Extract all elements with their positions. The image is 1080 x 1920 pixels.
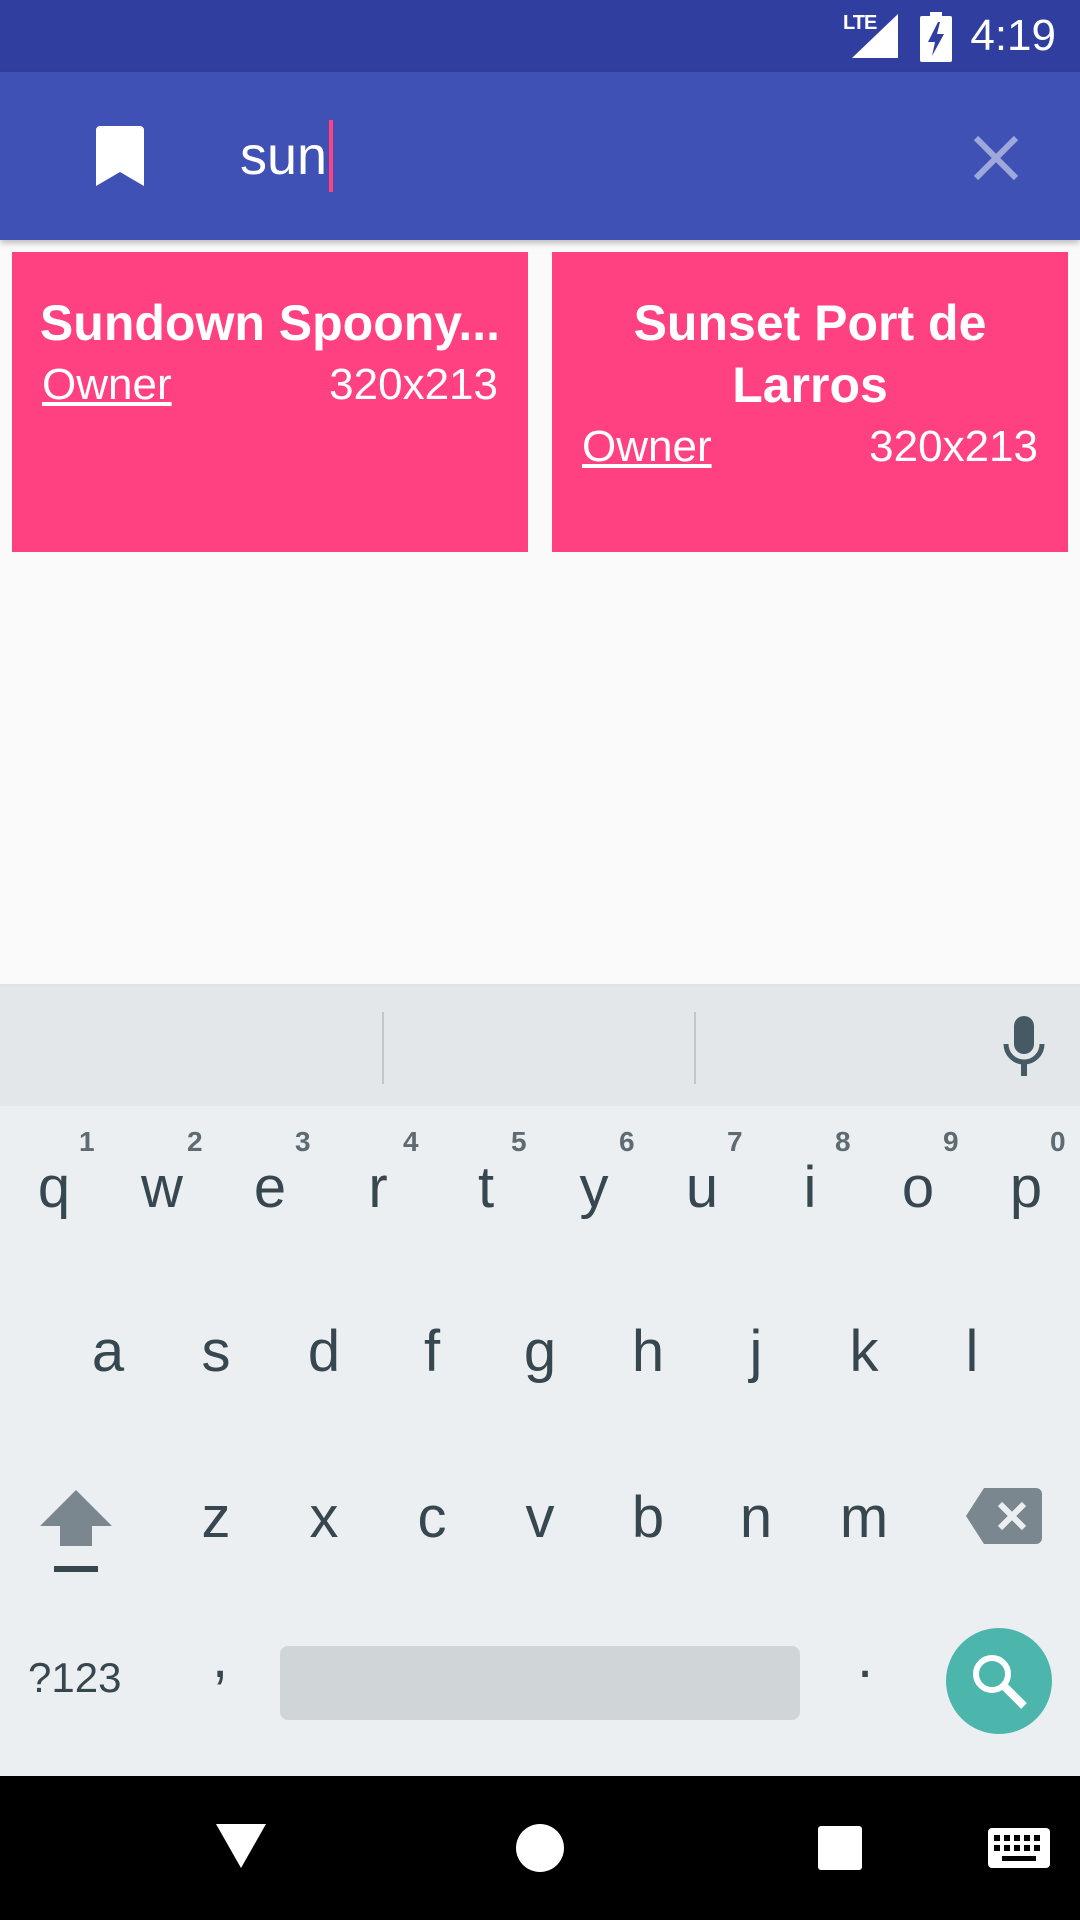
key-a[interactable]: a: [58, 1318, 158, 1385]
key-h[interactable]: h: [598, 1318, 698, 1385]
result-card[interactable]: Sundown Spoony... Owner 320x213: [12, 252, 528, 552]
results-grid: Sundown Spoony... Owner 320x213 Sunset P…: [0, 240, 1080, 984]
nav-keyboard-icon[interactable]: [988, 1828, 1050, 1868]
key-g[interactable]: g: [490, 1318, 590, 1385]
image-size: 320x213: [329, 360, 498, 409]
key-i[interactable]: i: [760, 1154, 860, 1221]
status-time: 4:19: [970, 11, 1056, 60]
key-k[interactable]: k: [814, 1318, 914, 1385]
card-title: Sunset Port de Larros: [633, 295, 987, 413]
key-hint: 1: [79, 1126, 95, 1157]
search-icon: [973, 1655, 1027, 1709]
bookmark-icon[interactable]: [96, 126, 144, 186]
key-p[interactable]: p: [976, 1154, 1076, 1221]
nav-recents-icon[interactable]: [818, 1826, 862, 1870]
navigation-bar: [0, 1776, 1080, 1920]
key-d[interactable]: d: [274, 1318, 374, 1385]
key-z[interactable]: z: [166, 1484, 266, 1551]
key-v[interactable]: v: [490, 1484, 590, 1551]
result-card[interactable]: Sunset Port de Larros Owner 320x213: [552, 252, 1068, 552]
key-c[interactable]: c: [382, 1484, 482, 1551]
soft-keyboard: q w e r t y u i o p 1 2 3 4 5 6 7 8 9 0 …: [0, 984, 1080, 1776]
search-input-value: sun: [240, 126, 328, 186]
key-r[interactable]: r: [328, 1154, 428, 1221]
key-o[interactable]: o: [868, 1154, 968, 1221]
key-e[interactable]: e: [220, 1154, 320, 1221]
backspace-icon[interactable]: [966, 1488, 1042, 1544]
comma-key[interactable]: ,: [200, 1624, 240, 1691]
text-cursor: [329, 120, 334, 192]
signal-icon: [852, 14, 898, 58]
nav-back-icon[interactable]: [216, 1824, 266, 1868]
key-u[interactable]: u: [652, 1154, 752, 1221]
key-y[interactable]: y: [544, 1154, 644, 1221]
clear-icon[interactable]: [970, 132, 1022, 184]
battery-charging-icon: [920, 12, 952, 62]
suggestion-strip: [0, 984, 1080, 1106]
card-title: Sundown Spoony...: [39, 295, 501, 351]
period-key[interactable]: .: [845, 1624, 885, 1691]
key-hint: 8: [835, 1126, 851, 1157]
key-l[interactable]: l: [922, 1318, 1022, 1385]
key-hint: 3: [295, 1126, 311, 1157]
suggestion-divider: [694, 1012, 696, 1084]
card-meta: Owner 320x213: [552, 416, 1068, 478]
key-hint: 4: [403, 1126, 419, 1157]
status-bar: LTE 4:19: [0, 0, 1080, 72]
nav-home-icon[interactable]: [516, 1824, 564, 1872]
key-q[interactable]: q: [4, 1154, 104, 1221]
card-meta: Owner 320x213: [12, 354, 528, 416]
key-hint: 2: [187, 1126, 203, 1157]
key-hint: 0: [1050, 1126, 1066, 1157]
shift-icon[interactable]: [36, 1486, 116, 1576]
suggestion-divider: [382, 1012, 384, 1084]
key-m[interactable]: m: [814, 1484, 914, 1551]
key-j[interactable]: j: [706, 1318, 806, 1385]
key-hint: 5: [511, 1126, 527, 1157]
mic-icon[interactable]: [1000, 1016, 1048, 1080]
owner-link[interactable]: Owner: [42, 354, 172, 416]
key-hint: 6: [619, 1126, 635, 1157]
search-key[interactable]: [946, 1628, 1052, 1734]
symbols-key[interactable]: ?123: [28, 1654, 121, 1702]
owner-link[interactable]: Owner: [582, 416, 712, 478]
image-size: 320x213: [869, 422, 1038, 471]
key-n[interactable]: n: [706, 1484, 806, 1551]
key-f[interactable]: f: [382, 1318, 482, 1385]
key-t[interactable]: t: [436, 1154, 536, 1221]
key-w[interactable]: w: [112, 1154, 212, 1221]
search-toolbar: sun: [0, 72, 1080, 240]
key-x[interactable]: x: [274, 1484, 374, 1551]
search-input[interactable]: sun: [240, 120, 334, 192]
key-hint: 9: [943, 1126, 959, 1157]
key-s[interactable]: s: [166, 1318, 266, 1385]
space-key[interactable]: [280, 1646, 800, 1720]
key-b[interactable]: b: [598, 1484, 698, 1551]
key-hint: 7: [727, 1126, 743, 1157]
